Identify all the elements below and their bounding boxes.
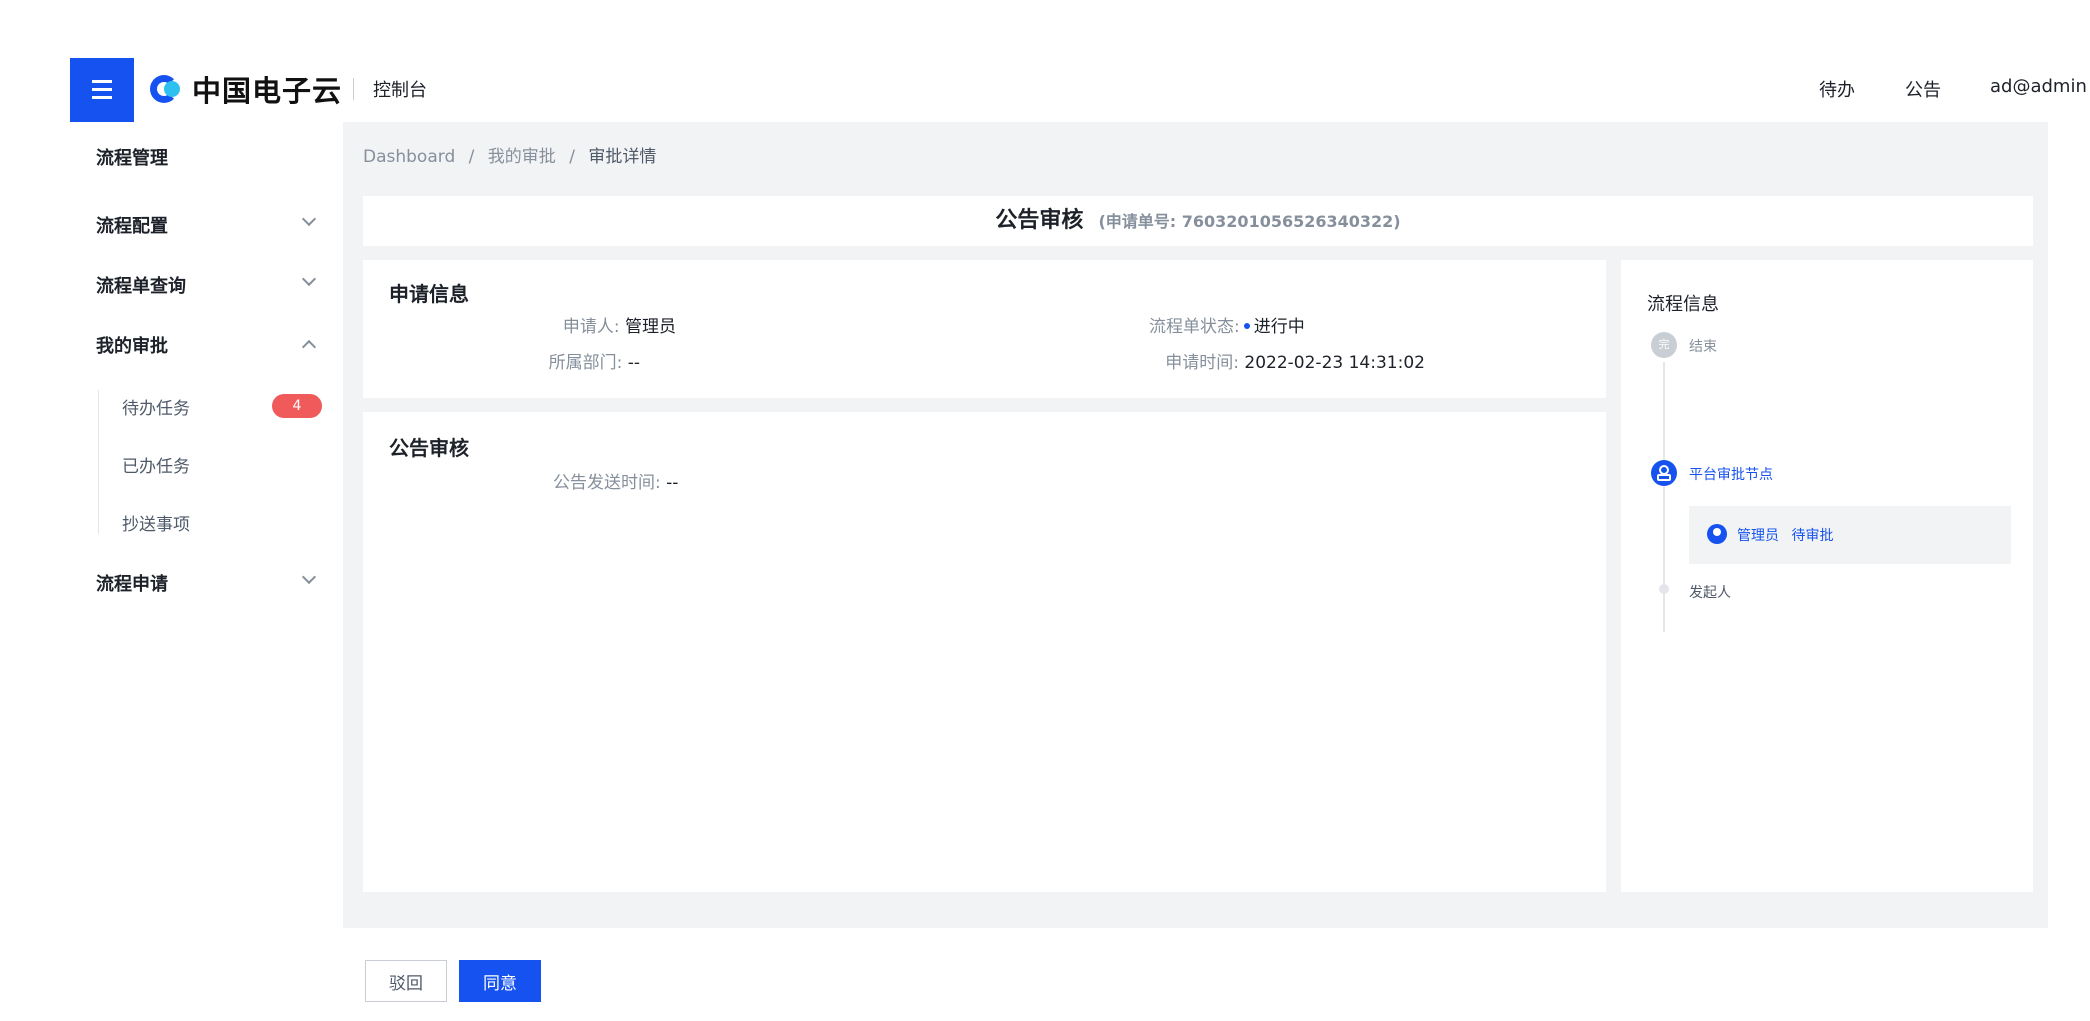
breadcrumb-my-approval[interactable]: 我的审批 bbox=[488, 147, 556, 167]
menu-toggle-button[interactable] bbox=[70, 58, 134, 122]
status-dot-icon bbox=[1243, 322, 1250, 329]
sidebar-item-cc-items[interactable]: 抄送事项 bbox=[122, 510, 190, 535]
department-value: -- bbox=[627, 353, 640, 373]
applicant-label: 申请人: bbox=[562, 317, 620, 337]
header-link-todo[interactable]: 待办 bbox=[1819, 76, 1855, 102]
applicant-field: 申请人: 管理员 bbox=[563, 312, 676, 337]
top-header: 中国电子云 控制台 待办 公告 ad@admin bbox=[0, 0, 2090, 122]
reject-button[interactable]: 驳回 bbox=[365, 960, 447, 1002]
initiator-node-dot-icon bbox=[1659, 584, 1669, 594]
department-field: 所属部门: -- bbox=[549, 348, 640, 373]
apply-time-label: 申请时间: bbox=[1165, 353, 1239, 373]
header-link-notice[interactable]: 公告 bbox=[1905, 76, 1941, 102]
application-number: (申请单号: 7603201056526340322) bbox=[1098, 212, 1401, 231]
send-time-label: 公告发送时间: bbox=[553, 473, 661, 493]
approve-button[interactable]: 同意 bbox=[459, 960, 541, 1002]
approval-node-label: 平台审批节点 bbox=[1689, 467, 1773, 483]
department-label: 所属部门: bbox=[548, 353, 623, 373]
application-info-card: 申请信息 申请人: 管理员 所属部门: -- 流程单状态: 进行中 申请时间: 2… bbox=[363, 260, 1606, 398]
pending-count-badge: 4 bbox=[272, 394, 322, 418]
header-divider bbox=[353, 78, 354, 100]
send-time-value: -- bbox=[666, 473, 679, 493]
apply-time-field: 申请时间: 2022-02-23 14:31:02 bbox=[1149, 348, 1425, 373]
logo-mark-icon bbox=[150, 75, 186, 103]
approval-node-icon bbox=[1651, 460, 1677, 486]
sidebar-item-done-tasks[interactable]: 已办任务 bbox=[122, 452, 190, 477]
page-title: 公告审核 bbox=[995, 208, 1084, 233]
applicant-value: 管理员 bbox=[625, 317, 676, 337]
breadcrumb: Dashboard / 我的审批 / 审批详情 bbox=[363, 142, 656, 167]
submenu-rule bbox=[98, 390, 99, 534]
sidebar: 流程管理 流程配置 流程单查询 我的审批 待办任务 4 已办任务 抄送事项 流程… bbox=[0, 122, 343, 1021]
sidebar-item-my-approval[interactable]: 我的审批 bbox=[96, 332, 168, 358]
breadcrumb-separator: / bbox=[468, 147, 475, 167]
sidebar-item-process-apply[interactable]: 流程申请 bbox=[96, 570, 168, 596]
status-label: 流程单状态: bbox=[1149, 317, 1240, 337]
flow-info-title: 流程信息 bbox=[1647, 294, 1719, 315]
notice-review-card: 公告审核 公告发送时间: -- bbox=[363, 412, 1606, 892]
application-info-heading: 申请信息 bbox=[389, 282, 469, 306]
console-link[interactable]: 控制台 bbox=[373, 76, 427, 102]
apply-time-value: 2022-02-23 14:31:02 bbox=[1244, 353, 1425, 373]
breadcrumb-current: 审批详情 bbox=[588, 147, 657, 167]
sidebar-item-pending-tasks[interactable]: 待办任务 bbox=[122, 394, 190, 419]
assignee-status: 待审批 bbox=[1791, 528, 1834, 544]
main-content: Dashboard / 我的审批 / 审批详情 公告审核 (申请单号: 7603… bbox=[343, 122, 2048, 928]
hamburger-icon-bar bbox=[92, 96, 112, 99]
end-node-icon: 完 bbox=[1651, 332, 1677, 358]
user-account-menu[interactable]: ad@admin bbox=[1990, 76, 2087, 97]
chevron-down-icon[interactable] bbox=[301, 569, 317, 585]
initiator-node-label: 发起人 bbox=[1689, 585, 1731, 601]
logo-text: 中国电子云 bbox=[192, 74, 343, 108]
status-field: 流程单状态: 进行中 bbox=[1149, 312, 1305, 337]
brand-logo[interactable]: 中国电子云 bbox=[150, 70, 342, 108]
send-time-field: 公告发送时间: -- bbox=[553, 468, 678, 493]
chevron-up-icon[interactable] bbox=[301, 339, 317, 355]
user-avatar-icon bbox=[1707, 524, 1727, 544]
status-value: 进行中 bbox=[1253, 317, 1305, 337]
hamburger-icon bbox=[92, 80, 112, 83]
chevron-down-icon[interactable] bbox=[301, 211, 317, 227]
assignee-text: 管理员 待审批 bbox=[1737, 525, 1833, 545]
breadcrumb-separator: / bbox=[569, 147, 575, 167]
flow-info-card: 流程信息 完 结束 平台审批节点 管理员 待审批 发起人 bbox=[1621, 260, 2033, 892]
assignee-name: 管理员 bbox=[1737, 528, 1779, 544]
notice-review-heading: 公告审核 bbox=[389, 436, 469, 460]
sidebar-item-process-config[interactable]: 流程配置 bbox=[96, 212, 168, 238]
sidebar-item-process-query[interactable]: 流程单查询 bbox=[96, 272, 186, 298]
sidebar-title: 流程管理 bbox=[96, 148, 168, 169]
title-card: 公告审核 (申请单号: 7603201056526340322) bbox=[363, 196, 2033, 246]
end-node-label: 结束 bbox=[1689, 339, 1717, 355]
hamburger-icon-bar bbox=[92, 88, 112, 91]
chevron-down-icon[interactable] bbox=[301, 271, 317, 287]
breadcrumb-dashboard[interactable]: Dashboard bbox=[363, 147, 455, 167]
assignee-card: 管理员 待审批 bbox=[1689, 506, 2011, 564]
